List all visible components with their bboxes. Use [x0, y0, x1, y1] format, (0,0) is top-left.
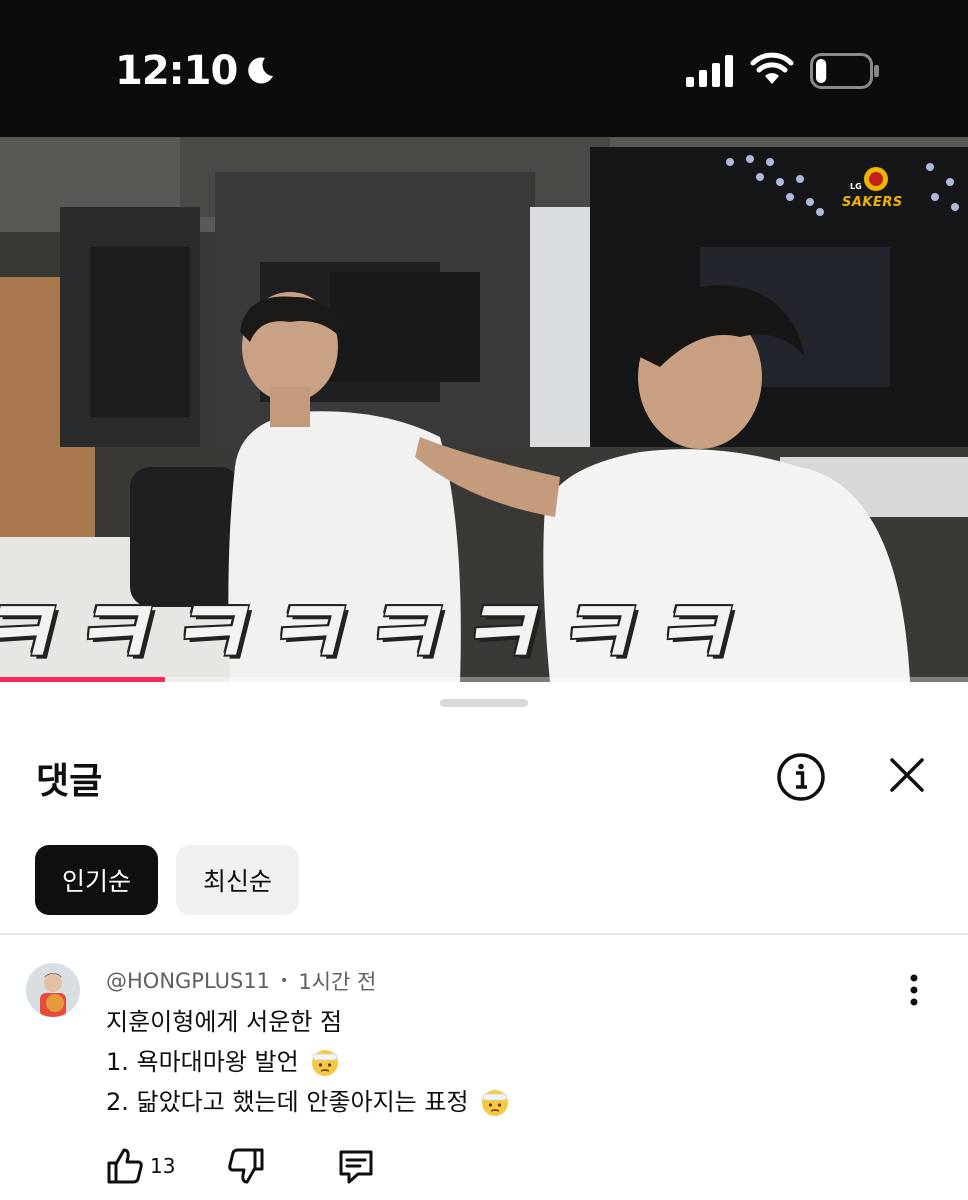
info-icon[interactable]	[776, 752, 826, 802]
comment-text-line: 2. 닮았다고 했는데 안좋아지는 표정	[106, 1082, 510, 1118]
logo-text: SAKERS	[842, 195, 903, 210]
comment-line-text: 2. 닮았다고 했는데 안좋아지는 표정	[106, 1088, 469, 1116]
comment-line-text: 지훈이형에게 서운한 점	[106, 1008, 343, 1036]
meta-separator: •	[280, 973, 289, 989]
face-with-head-bandage-emoji-icon	[482, 1090, 509, 1116]
sheet-title: 댓글	[36, 761, 103, 802]
reply-icon[interactable]	[336, 1146, 376, 1186]
video-player[interactable]: LG SAKERS ㅋㅋㅋㅋㅋㅋㅋㅋ	[0, 137, 968, 682]
comment-author[interactable]: @HONGPLUS11	[106, 969, 270, 993]
comments-sheet: 댓글 인기순 최신순 @HONGPLUS11 • 1시간 전 지훈이형에게 서운…	[0, 682, 968, 1200]
comment-text-line: 1. 욕마대마왕 발언	[106, 1042, 340, 1078]
avatar[interactable]	[26, 963, 80, 1017]
comment-time: 1시간 전	[298, 970, 377, 994]
logo-small-text: LG	[850, 182, 862, 191]
clock: 12:10	[115, 48, 238, 94]
drag-handle[interactable]	[440, 699, 528, 707]
more-vert-icon[interactable]	[898, 970, 930, 1010]
sort-chip-popular[interactable]: 인기순	[35, 845, 158, 915]
sort-chip-newest[interactable]: 최신순	[176, 845, 299, 915]
moon-icon	[248, 57, 274, 84]
divider	[0, 933, 968, 935]
comment-line-text: 1. 욕마대마왕 발언	[106, 1048, 299, 1076]
signal-icon	[686, 55, 733, 87]
thumbs-up-icon[interactable]	[105, 1146, 145, 1186]
video-subtitle: ㅋㅋㅋㅋㅋㅋㅋㅋ	[0, 580, 744, 682]
wifi-icon	[750, 52, 794, 84]
status-bar: 12:10	[0, 0, 968, 137]
battery-icon	[810, 53, 879, 89]
face-with-head-bandage-emoji-icon	[312, 1050, 339, 1076]
close-icon[interactable]	[886, 754, 928, 796]
status-time-group: 12:10	[115, 48, 277, 94]
comment-meta: @HONGPLUS11 • 1시간 전	[106, 966, 376, 996]
comment-text-line: 지훈이형에게 서운한 점	[106, 1002, 342, 1037]
thumbs-down-icon[interactable]	[226, 1146, 266, 1186]
like-count: 13	[150, 1154, 176, 1178]
